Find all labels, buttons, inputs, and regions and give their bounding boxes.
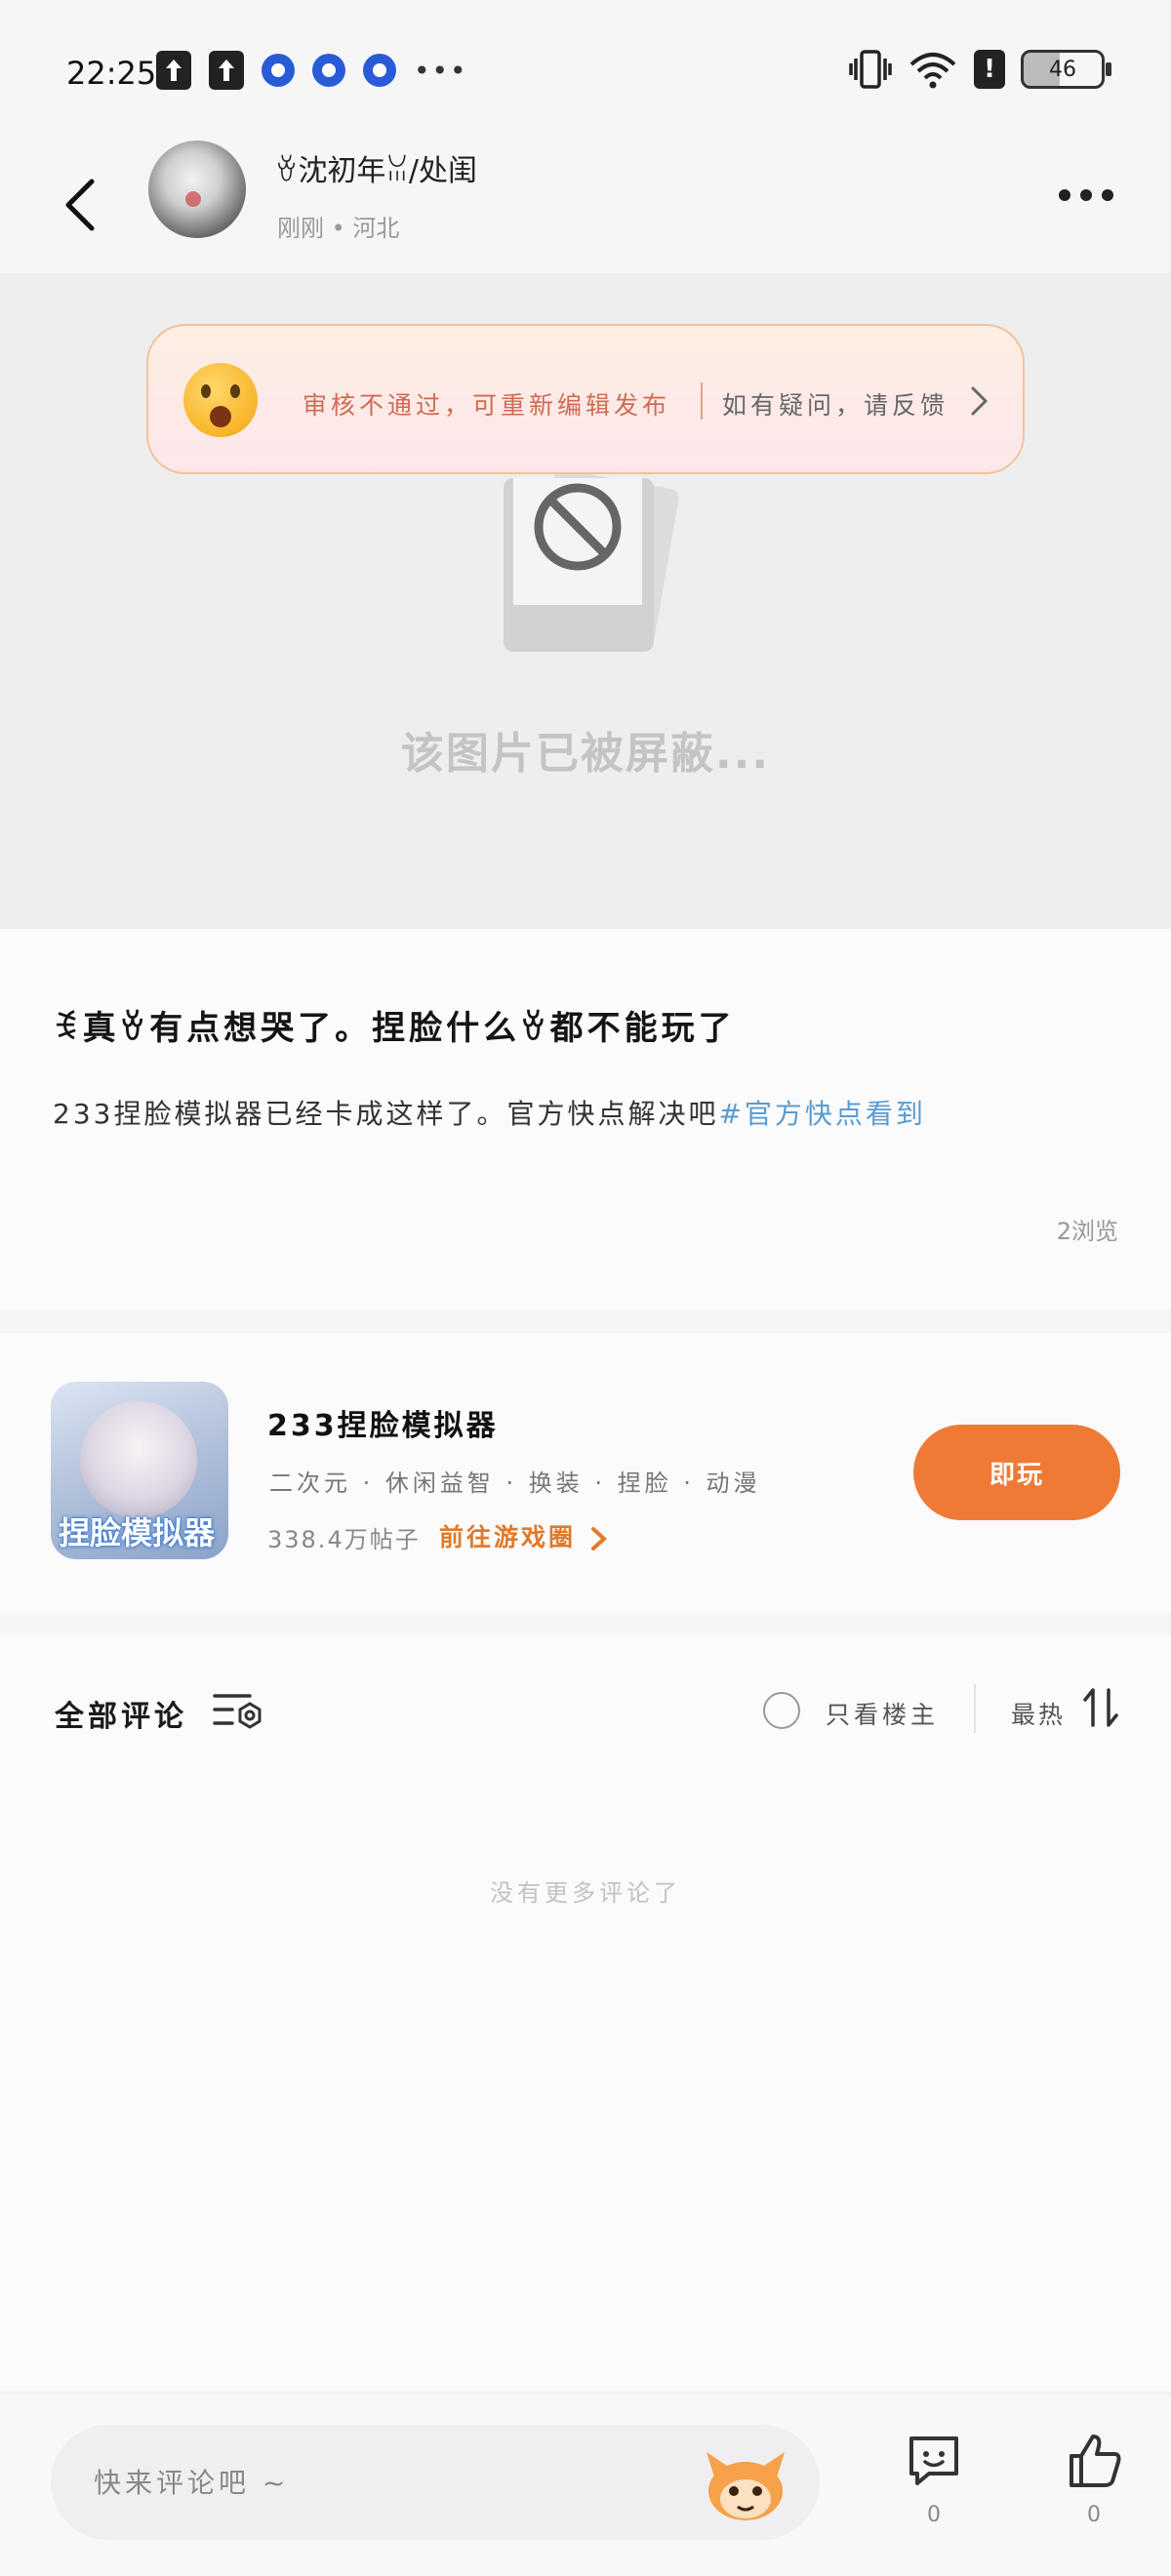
comment-count: 0 <box>927 2503 941 2527</box>
game-post-count: 338.4万帖子 <box>267 1526 421 1553</box>
chevron-right-icon <box>590 1527 607 1550</box>
status-right-icons: ! 46 <box>849 49 1111 90</box>
more-notifications-icon: ••• <box>414 54 468 87</box>
only-host-radio[interactable] <box>763 1692 800 1729</box>
hashtag-link[interactable]: #官方快点看到 <box>718 1098 925 1130</box>
battery-icon: 46 <box>1021 50 1111 89</box>
blocked-image-text: 该图片已被屏蔽... <box>400 729 771 779</box>
game-icon[interactable]: 捏脸模拟器 <box>51 1382 228 1559</box>
post-content: ꉂ真ꈊ有点想哭了。捏脸什么ꈊ都不能玩了 233捏脸模拟器已经卡成这样了。官方快点… <box>0 929 1171 1309</box>
back-button[interactable] <box>51 166 109 244</box>
comment-icon <box>909 2436 958 2485</box>
review-status-banner[interactable]: 审核不通过，可重新编辑发布 如有疑问，请反馈 <box>146 324 1025 474</box>
post-body-text: 233捏脸模拟器已经卡成这样了。官方快点解决吧 <box>53 1098 719 1130</box>
chevron-left-icon <box>65 179 95 231</box>
view-count: 2浏览 <box>1056 1218 1118 1245</box>
post-header: ꈊ沈初年ꈍ/处闺 刚刚 • 河北 <box>0 137 1171 273</box>
game-circle-link[interactable]: 前往游戏圈 <box>439 1518 609 1553</box>
game-circle-link-label: 前往游戏圈 <box>439 1523 577 1551</box>
bottom-bar: 0 0 <box>0 2393 1171 2576</box>
app-notification-icon <box>363 54 396 87</box>
like-count: 0 <box>1087 2503 1101 2527</box>
user-name[interactable]: ꈊ沈初年ꈍ/处闺 <box>275 146 477 189</box>
status-bar: 22:25 ••• ! 46 <box>0 0 1171 137</box>
game-tags: 二次元 · 休闲益智 · 换装 · 捏脸 · 动漫 <box>269 1469 761 1497</box>
chevron-right-icon <box>971 386 989 416</box>
no-more-comments: 没有更多评论了 <box>490 1879 681 1907</box>
play-now-button[interactable]: 即玩 <box>913 1425 1120 1520</box>
blocked-image-icon <box>504 469 679 652</box>
feedback-link[interactable]: 如有疑问，请反馈 <box>722 386 949 422</box>
only-host-label[interactable]: 只看楼主 <box>826 1696 939 1731</box>
more-options-button[interactable] <box>1052 176 1120 215</box>
status-left-icons: ••• <box>156 51 468 90</box>
filter-icon[interactable] <box>211 1688 262 1733</box>
more-horizontal-icon <box>1059 189 1070 201</box>
app-notification-icon <box>312 54 345 87</box>
sort-hot-label[interactable]: 最热 <box>1011 1696 1066 1731</box>
comments-divider <box>974 1684 976 1733</box>
vibrate-icon <box>849 50 892 89</box>
game-name[interactable]: 233捏脸模拟器 <box>267 1401 499 1444</box>
status-time: 22:25 <box>66 55 157 92</box>
upload-icon <box>209 51 244 90</box>
wifi-icon <box>909 53 956 89</box>
sort-icon[interactable] <box>1081 1686 1120 1729</box>
like-action[interactable]: 0 <box>1050 2433 1138 2540</box>
review-failed-text: 审核不通过，可重新编辑发布 <box>303 391 671 420</box>
battery-level: 46 <box>1049 57 1076 82</box>
upload-icon <box>156 51 191 90</box>
comment-action[interactable]: 0 <box>890 2433 978 2540</box>
alert-icon: ! <box>974 50 1005 89</box>
game-icon-label: 捏脸模拟器 <box>59 1514 216 1551</box>
post-meta: 刚刚 • 河北 <box>277 215 400 242</box>
comments-title: 全部评论 <box>55 1700 187 1734</box>
banner-divider <box>701 382 703 420</box>
app-notification-icon <box>262 54 295 87</box>
mascot-emoji-icon[interactable] <box>701 2444 790 2524</box>
shocked-emoji-icon <box>183 363 258 437</box>
comments-section: 全部评论 只看楼主 最热 没有更多评论了 <box>0 1635 1171 2391</box>
thumbs-up-icon <box>1070 2435 1121 2487</box>
game-card[interactable]: 捏脸模拟器 233捏脸模拟器 二次元 · 休闲益智 · 换装 · 捏脸 · 动漫… <box>0 1333 1171 1612</box>
post-text: 233捏脸模拟器已经卡成这样了。官方快点解决吧#官方快点看到 <box>53 1093 926 1132</box>
avatar[interactable] <box>148 141 246 238</box>
post-title: ꉂ真ꈊ有点想哭了。捏脸什么ꈊ都不能玩了 <box>53 1009 736 1048</box>
